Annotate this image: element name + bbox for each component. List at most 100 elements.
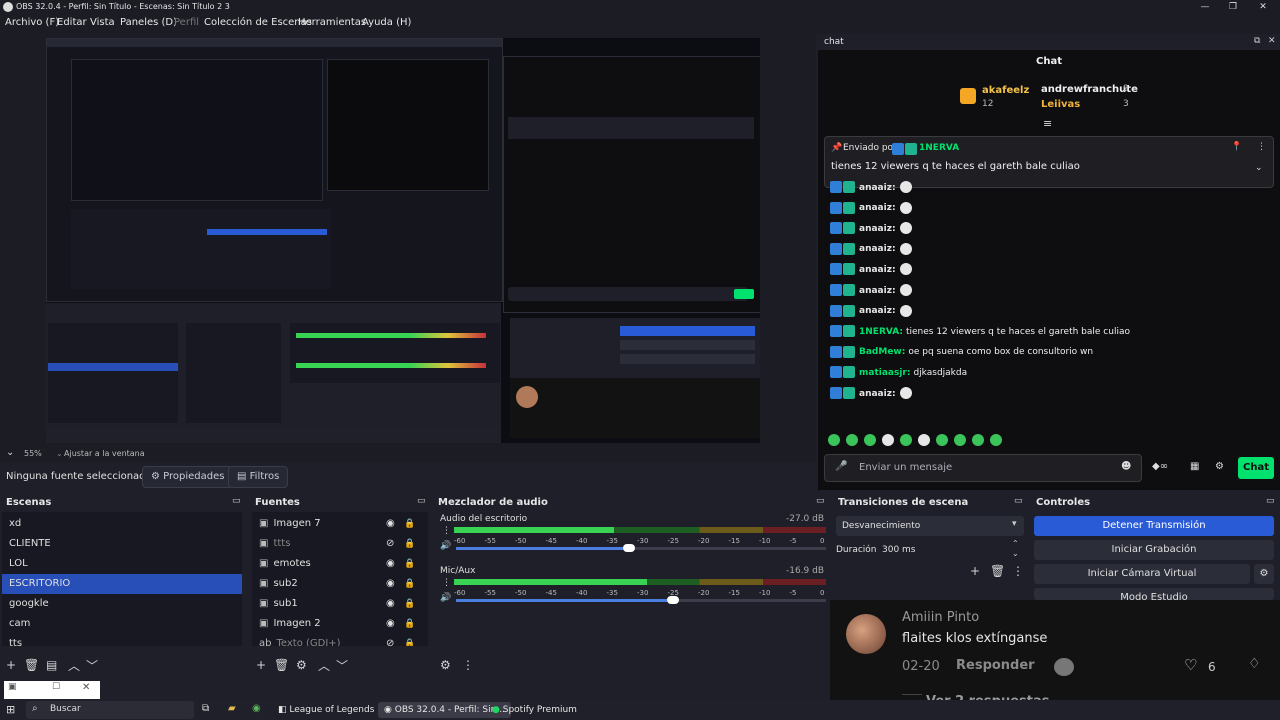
lock-icon[interactable]: 🔒: [404, 554, 415, 574]
chevron-down-icon[interactable]: ⌄: [1255, 163, 1263, 173]
emote-icon[interactable]: [828, 434, 840, 446]
chat-username[interactable]: anaaiz:: [859, 286, 896, 296]
menu-ayuda[interactable]: Ayuda (H): [362, 17, 411, 28]
add-icon[interactable]: +: [970, 564, 980, 578]
chat-username[interactable]: matiaasjr:: [859, 368, 910, 378]
gear-icon[interactable]: ⚙: [440, 658, 451, 672]
speaker-icon[interactable]: 🔊: [440, 541, 451, 551]
like-icon[interactable]: ♡: [1184, 656, 1197, 674]
dock-menu-icon[interactable]: ▭: [417, 496, 426, 506]
emote-icon[interactable]: [990, 434, 1002, 446]
scene-item[interactable]: CLIENTE: [2, 534, 242, 554]
emote-icon[interactable]: [918, 434, 930, 446]
trash-icon[interactable]: 🗑: [24, 658, 39, 672]
unpin-icon[interactable]: 📍: [1231, 142, 1242, 152]
lock-icon[interactable]: 🔒: [404, 634, 415, 646]
emote-icon[interactable]: [972, 434, 984, 446]
chat-username[interactable]: BadMew:: [859, 347, 905, 357]
search-box[interactable]: ⌕ Buscar: [26, 701, 194, 719]
chat-username[interactable]: anaaiz:: [859, 224, 896, 234]
visibility-icon[interactable]: ⊘: [386, 534, 394, 554]
emote-icon[interactable]: [936, 434, 948, 446]
scene-item[interactable]: xd: [2, 514, 242, 534]
expand-leaderboard-icon[interactable]: ≡: [1043, 117, 1052, 130]
float-icon[interactable]: ⧉: [1254, 36, 1260, 46]
chat-username[interactable]: anaaiz:: [859, 203, 896, 213]
start-recording-button[interactable]: Iniciar Grabación: [1034, 540, 1274, 560]
volume-slider[interactable]: [456, 544, 826, 552]
source-item[interactable]: ▣ sub1 ◉ 🔒: [252, 594, 429, 614]
properties-button[interactable]: ⚙ Propiedades: [142, 466, 234, 488]
visibility-icon[interactable]: ◉: [386, 514, 395, 534]
more-icon[interactable]: ⋮: [442, 578, 451, 588]
comment-author[interactable]: Amiiin Pinto: [902, 610, 979, 625]
pinned-by-user[interactable]: 1NERVA: [919, 143, 959, 153]
volume-slider-handle[interactable]: [622, 544, 635, 552]
filter-icon[interactable]: ▤: [46, 658, 57, 672]
emote-icon[interactable]: [900, 434, 912, 446]
menu-paneles[interactable]: Paneles (D): [120, 17, 177, 28]
taskbar-app[interactable]: ● Spotify Premium: [486, 702, 583, 718]
chevron-down-icon[interactable]: ⌄: [56, 449, 63, 458]
chevron-up-icon[interactable]: ︿: [318, 657, 330, 674]
leader-third-name[interactable]: Leiivas: [1041, 99, 1080, 110]
zoom-level[interactable]: 55%: [24, 449, 42, 458]
menu-editar[interactable]: Editar: [57, 17, 87, 28]
more-icon[interactable]: ⋮: [462, 658, 474, 672]
stepper-up-icon[interactable]: ⌃: [1012, 539, 1019, 548]
more-icon[interactable]: ⋮: [442, 526, 451, 536]
scene-item[interactable]: googkle: [2, 594, 242, 614]
gear-icon[interactable]: ⚙: [1254, 564, 1274, 584]
maximize-icon[interactable]: ☐: [52, 682, 60, 692]
close-icon[interactable]: ✕: [1268, 36, 1276, 46]
scene-item[interactable]: tts: [2, 634, 242, 646]
visibility-icon[interactable]: ◉: [386, 554, 395, 574]
fit-window-label[interactable]: Ajustar a la ventana: [64, 449, 145, 458]
menu-vista[interactable]: Vista: [90, 17, 115, 28]
visibility-icon[interactable]: ◉: [386, 614, 395, 634]
taskbar-app[interactable]: ◧ League of Legends: [272, 702, 380, 718]
dock-menu-icon[interactable]: ▭: [816, 496, 825, 506]
emote-icon[interactable]: [864, 434, 876, 446]
store-icon[interactable]: ▦: [1190, 461, 1199, 472]
volume-slider[interactable]: [456, 596, 826, 604]
gear-icon[interactable]: ⚙: [296, 658, 307, 672]
dock-menu-icon[interactable]: ▭: [1014, 496, 1023, 506]
more-icon[interactable]: ⋮: [1257, 142, 1266, 152]
menu-perfil[interactable]: Perfil: [174, 17, 199, 28]
emote-icon[interactable]: [846, 434, 858, 446]
emote-icon[interactable]: [954, 434, 966, 446]
emoji-icon[interactable]: ☻: [1121, 461, 1131, 472]
lock-icon[interactable]: 🔒: [404, 534, 415, 554]
minimize-button[interactable]: —: [1190, 0, 1220, 14]
lock-icon[interactable]: 🔒: [404, 594, 415, 614]
dock-menu-icon[interactable]: ▭: [232, 496, 241, 506]
studio-mode-button[interactable]: Modo Estudio: [1034, 588, 1274, 600]
menu-coleccion[interactable]: Colección de Escenas: [204, 17, 312, 28]
add-icon[interactable]: +: [6, 658, 16, 672]
emote-bar[interactable]: [828, 434, 1018, 448]
source-item[interactable]: ▣ ttts ⊘ 🔒: [252, 534, 429, 554]
emote-icon[interactable]: [882, 434, 894, 446]
visibility-icon[interactable]: ◉: [386, 594, 395, 614]
source-item[interactable]: ▣ sub2 ◉ 🔒: [252, 574, 429, 594]
visibility-icon[interactable]: ◉: [386, 574, 395, 594]
bits-icon[interactable]: ◆∞: [1152, 461, 1168, 472]
scene-item-selected[interactable]: ESCRITORIO: [2, 574, 242, 594]
stop-stream-button[interactable]: Detener Transmisión: [1034, 516, 1274, 536]
dropdown-icon[interactable]: ⌄: [6, 447, 14, 458]
volume-slider-handle[interactable]: [666, 596, 679, 604]
transition-select[interactable]: Desvanecimiento ▾: [836, 516, 1024, 536]
chevron-down-icon[interactable]: ﹀: [336, 657, 348, 674]
chat-username[interactable]: 1NERVA:: [859, 327, 903, 337]
gear-icon[interactable]: ⚙: [1215, 461, 1224, 472]
source-item[interactable]: ▣ Imagen 2 ◉ 🔒: [252, 614, 429, 634]
leader-first-name[interactable]: akafeelz: [982, 85, 1029, 96]
chat-username[interactable]: anaaiz:: [859, 265, 896, 275]
add-icon[interactable]: +: [256, 658, 266, 672]
send-chat-button[interactable]: Chat: [1238, 457, 1274, 479]
scene-item[interactable]: LOL: [2, 554, 242, 574]
lock-icon[interactable]: 🔒: [404, 614, 415, 634]
visibility-icon[interactable]: ⊘: [386, 634, 394, 646]
lock-icon[interactable]: 🔒: [404, 514, 415, 534]
